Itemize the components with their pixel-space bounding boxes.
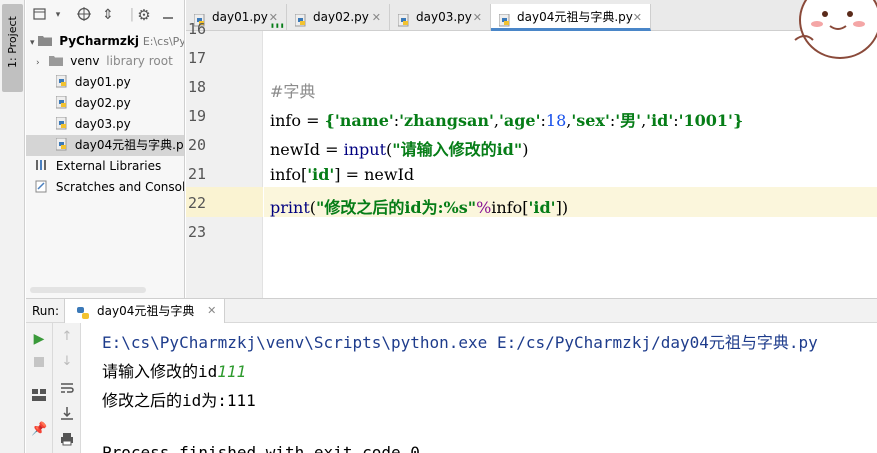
close-icon[interactable]: ✕ [473, 4, 482, 31]
project-horizontal-scrollbar[interactable] [30, 287, 146, 293]
project-tool-tab-label: 1: Project [6, 16, 19, 68]
python-file-icon [56, 75, 68, 88]
arrow-down-icon[interactable]: ↓ [59, 354, 75, 370]
folder-icon [38, 34, 53, 47]
scroll-to-end-icon[interactable] [59, 406, 75, 422]
code-line-22: print("修改之后的id为:%s"%info['id']) [270, 198, 569, 217]
close-icon[interactable]: ✕ [207, 299, 216, 323]
tab-day02[interactable]: day02.py ✕ [287, 4, 390, 31]
tree-item-external-libraries[interactable]: External Libraries [26, 156, 184, 177]
code-line-20: newId = input("请输入修改的id") [270, 140, 529, 159]
line-number: 20 [188, 136, 207, 154]
run-tab[interactable]: day04元祖与字典 ✕ [64, 299, 226, 323]
tree-item-label: PyCharmzkj [59, 34, 139, 48]
tree-item-day03[interactable]: day03.py [26, 114, 184, 135]
line-number: 21 [188, 165, 207, 183]
tree-item-day01[interactable]: day01.py [26, 72, 184, 93]
run-console[interactable]: E:\cs\PyCharmzkj\venv\Scripts\python.exe… [82, 323, 877, 453]
tab-label: day03.py [416, 10, 472, 24]
project-panel: ▾ ⇕ | ⚙ ▾ PyCharmzkj E:\cs\PyCh › venv l… [26, 0, 185, 298]
line-number: 17 [188, 49, 207, 67]
stop-icon[interactable] [31, 356, 47, 372]
python-file-icon [56, 138, 68, 151]
run-toolbar-secondary: ↑ ↓ [53, 323, 81, 453]
tab-label: day02.py [313, 10, 369, 24]
hide-icon[interactable] [160, 7, 176, 23]
run-tab-label: day04元祖与字典 [97, 304, 195, 318]
tab-day03[interactable]: day03.py ✕ [390, 4, 491, 31]
python-file-icon [56, 96, 68, 109]
tree-item-tag: library root [106, 54, 173, 68]
run-label: Run: [32, 304, 60, 318]
close-icon[interactable]: ✕ [372, 4, 381, 31]
line-number: 23 [188, 223, 207, 241]
python-file-icon [56, 117, 68, 130]
console-prompt: 请输入修改的id [102, 362, 218, 381]
tree-item-scratches[interactable]: Scratches and Consoles [26, 177, 185, 198]
chevron-down-icon[interactable]: ▾ [30, 38, 35, 48]
tab-day04[interactable]: day04元祖与字典.py ✕ [491, 4, 651, 31]
dropdown-icon[interactable]: ▾ [50, 7, 66, 23]
left-tool-strip: 1: Project [0, 0, 25, 298]
tree-item-venv[interactable]: › venv library root [26, 51, 184, 72]
decorative-sticker [755, 0, 877, 62]
collapse-icon[interactable]: ⇕ [100, 7, 116, 23]
restore-layout-icon[interactable] [31, 389, 47, 405]
tree-item-label: day03.py [74, 117, 131, 131]
rerun-icon[interactable]: ▶ [31, 331, 47, 347]
console-output-line: 修改之后的id为:111 [102, 391, 256, 410]
line-number: 19 [188, 107, 207, 125]
console-exit-line: Process finished with exit code 0 [102, 443, 420, 453]
project-toolbar: ▾ ⇕ | ⚙ [26, 0, 184, 30]
project-tool-tab[interactable]: 1: Project [2, 4, 23, 92]
scratches-icon [35, 180, 49, 193]
tree-item-label: Scratches and Consoles [55, 180, 185, 194]
line-number: 18 [188, 78, 207, 96]
code-line-19: info = {'name':'zhangsan','age':18,'sex'… [270, 111, 744, 130]
left-tool-strip-bottom [0, 298, 25, 453]
tree-item-path: E:\cs\PyCh [142, 35, 184, 48]
tree-item-label: day04元祖与字典.py [74, 138, 185, 152]
console-user-input: 111 [217, 362, 247, 381]
target-icon[interactable] [76, 7, 92, 23]
tab-label: day04元祖与字典.py [517, 10, 633, 24]
code-line-21: info['id'] = newId [270, 165, 415, 184]
close-icon[interactable]: ✕ [633, 4, 642, 31]
project-view-icon[interactable] [32, 7, 48, 23]
chevron-right-icon[interactable]: › [36, 58, 40, 68]
code-line-16: ''' [270, 20, 285, 39]
print-icon[interactable] [59, 432, 75, 448]
tree-item-day02[interactable]: day02.py [26, 93, 184, 114]
tree-item-label: External Libraries [55, 159, 162, 173]
tree-item-project-root[interactable]: ▾ PyCharmzkj E:\cs\PyCh [26, 31, 184, 52]
folder-icon [49, 54, 64, 67]
tree-item-day04[interactable]: day04元祖与字典.py [26, 135, 185, 156]
console-command-line: E:\cs\PyCharmzkj\venv\Scripts\python.exe… [102, 333, 818, 352]
console-prompt-line: 请输入修改的id111 [102, 358, 246, 382]
line-number: 22 [188, 194, 207, 212]
tree-item-label: day02.py [74, 96, 131, 110]
code-line-18: #字典 [270, 82, 316, 101]
tree-item-label: day01.py [74, 75, 131, 89]
arrow-up-icon[interactable]: ↑ [59, 329, 75, 345]
gear-icon[interactable]: ⚙ [136, 7, 152, 23]
library-icon [35, 159, 49, 172]
run-panel-header: Run: day04元祖与字典 ✕ [26, 298, 877, 323]
tree-item-label: venv [70, 54, 100, 68]
soft-wrap-icon[interactable] [59, 381, 75, 397]
pin-icon[interactable]: 📌 [31, 422, 47, 438]
line-number: 16 [188, 20, 207, 38]
run-toolbar-primary: ▶ 📌 [26, 323, 53, 453]
